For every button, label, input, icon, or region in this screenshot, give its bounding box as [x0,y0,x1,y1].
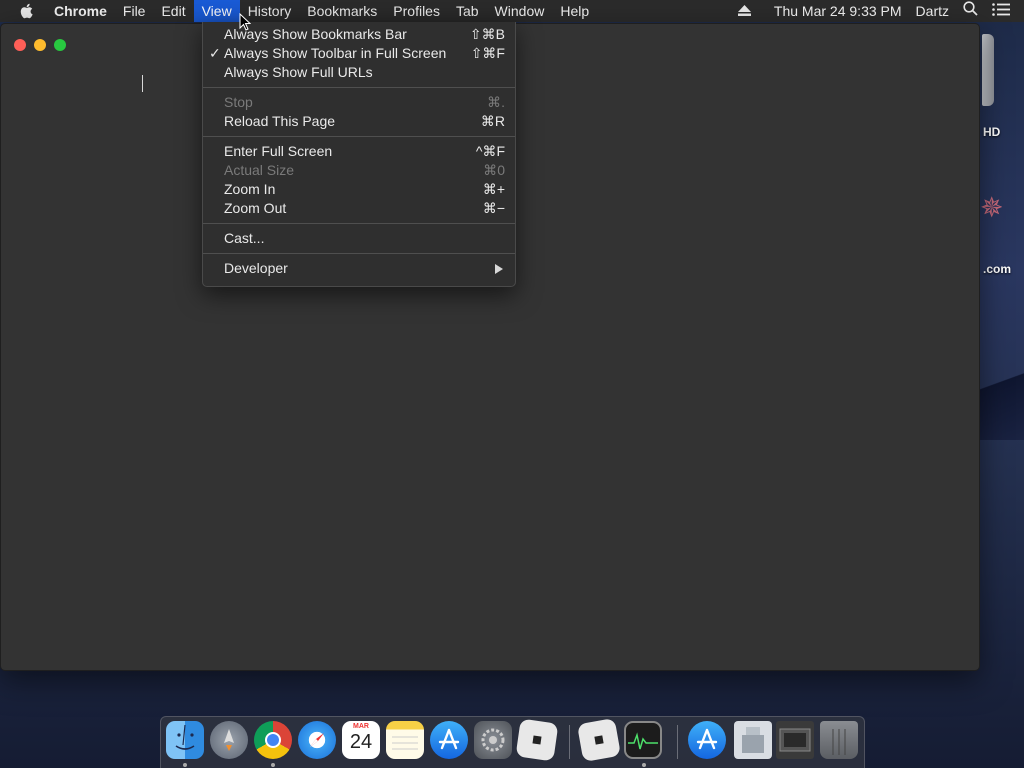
running-indicator [271,763,275,767]
menu-item-always-show-toolbar-full-screen[interactable]: ✓ Always Show Toolbar in Full Screen ⇧⌘F [203,44,515,63]
menu-item-label: Always Show Bookmarks Bar [224,26,407,42]
menu-view[interactable]: View [193,0,240,22]
notification-center-icon[interactable] [985,0,1024,22]
activity-monitor-icon[interactable] [624,721,662,759]
menu-profiles[interactable]: Profiles [385,0,448,22]
roblox-icon[interactable] [515,718,559,762]
calendar-icon[interactable]: MAR 24 [342,721,380,759]
calendar-day: 24 [349,731,373,753]
dock: MAR 24 [160,716,865,768]
wallpaper-mountain [980,360,1024,440]
desktop-item-com-label[interactable]: .com [983,262,1011,276]
menu-bookmarks[interactable]: Bookmarks [299,0,385,22]
menu-item-shortcut: ^⌘F [475,143,505,159]
checkmark-icon: ✓ [209,45,221,61]
menu-item-zoom-in[interactable]: Zoom In ⌘+ [203,180,515,199]
menubar-clock[interactable]: Thu Mar 24 9:33 PM [767,0,909,22]
close-window-button[interactable] [14,39,26,51]
menu-item-label: Enter Full Screen [224,143,333,159]
menu-item-label: Developer [224,260,288,276]
menu-separator [203,136,515,137]
menubar-user[interactable]: Dartz [909,0,956,22]
notes-icon[interactable] [386,721,424,759]
menu-bar: Chrome File Edit View History Bookmarks … [0,0,1024,22]
submenu-arrow-icon [495,264,503,274]
menu-app-name[interactable]: Chrome [54,0,115,22]
menu-item-zoom-out[interactable]: Zoom Out ⌘− [203,199,515,218]
menu-item-shortcut: ⌘. [487,94,505,110]
menu-item-reload-this-page[interactable]: Reload This Page ⌘R [203,112,515,131]
menu-item-shortcut: ⌘0 [483,162,505,178]
running-indicator [183,763,187,767]
app-store-download-icon[interactable] [688,721,726,759]
fullscreen-window-button[interactable] [54,39,66,51]
menu-file[interactable]: File [115,0,154,22]
menu-item-always-show-full-urls[interactable]: Always Show Full URLs [203,63,515,82]
mouse-pointer-icon [239,12,252,36]
safari-icon[interactable] [298,721,336,759]
menu-tab[interactable]: Tab [448,0,487,22]
menu-item-shortcut: ⌘R [480,113,505,129]
menu-item-shortcut: ⌘+ [482,181,505,197]
calendar-month: MAR [353,723,369,730]
menu-item-shortcut: ⌘− [482,200,505,216]
minimize-window-button[interactable] [34,39,46,51]
menu-item-cast[interactable]: Cast... [203,229,515,248]
hard-drive-icon[interactable] [982,34,994,106]
running-indicator [642,763,646,767]
menu-item-label: Stop [224,94,253,110]
menu-edit[interactable]: Edit [153,0,193,22]
launchpad-icon[interactable] [210,721,248,759]
menu-separator [203,87,515,88]
menu-item-label: Zoom In [224,181,276,197]
text-cursor [142,75,143,92]
menu-item-enter-full-screen[interactable]: Enter Full Screen ^⌘F [203,142,515,161]
finder-icon[interactable] [166,721,204,759]
view-menu-dropdown: Always Show Bookmarks Bar ⇧⌘B ✓ Always S… [202,22,516,287]
menu-item-developer[interactable]: Developer [203,259,515,278]
preview-icon[interactable] [734,721,772,759]
dock-separator [569,725,570,759]
menu-item-label: Actual Size [224,162,295,178]
trash-icon[interactable] [820,721,858,759]
menu-separator [203,253,515,254]
menu-item-stop: Stop ⌘. [203,93,515,112]
menu-item-label: Reload This Page [224,113,336,129]
apple-menu-icon[interactable] [20,3,36,19]
menu-item-label: Always Show Full URLs [224,64,373,80]
menu-item-actual-size: Actual Size ⌘0 [203,161,515,180]
roblox-studio-icon[interactable] [576,717,622,763]
eject-icon[interactable] [731,0,767,22]
chrome-icon[interactable] [254,721,292,759]
system-preferences-icon[interactable] [474,721,512,759]
menu-item-label: Always Show Toolbar in Full Screen [224,45,447,61]
menu-item-label: Cast... [224,230,265,246]
menu-item-label: Zoom Out [224,200,287,216]
menu-item-shortcut: ⇧⌘B [469,26,505,42]
menu-separator [203,223,515,224]
dock-separator [677,725,678,759]
menu-help[interactable]: Help [552,0,597,22]
app-store-icon[interactable] [430,721,468,759]
desktop-file-icon[interactable]: ✵ [980,178,1002,238]
menu-window[interactable]: Window [487,0,553,22]
spotlight-search-icon[interactable] [956,0,985,22]
folder-stack-icon[interactable] [776,721,814,759]
desktop-item-hd-label[interactable]: HD [983,125,1000,139]
menu-item-shortcut: ⇧⌘F [470,45,505,61]
